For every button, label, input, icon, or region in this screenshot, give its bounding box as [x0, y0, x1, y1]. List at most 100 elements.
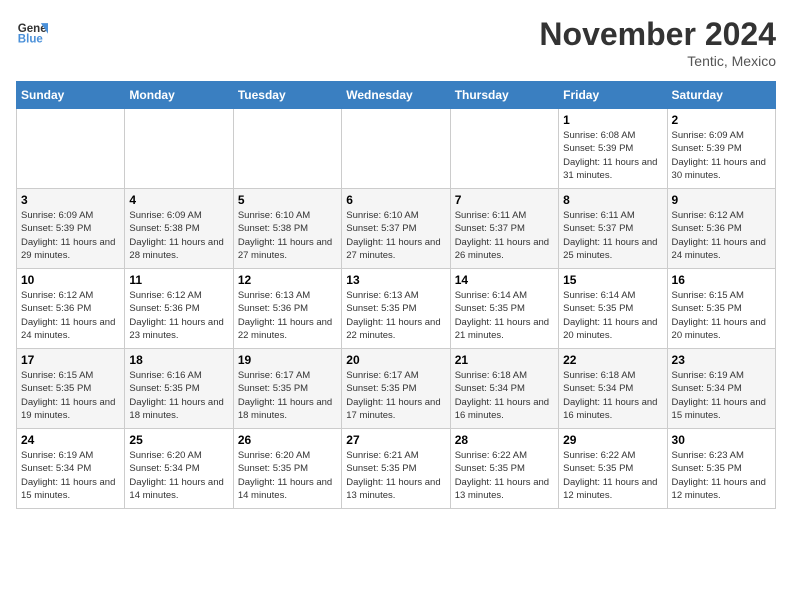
day-detail: Sunrise: 6:14 AM Sunset: 5:35 PM Dayligh… [455, 289, 554, 342]
calendar-cell: 5Sunrise: 6:10 AM Sunset: 5:38 PM Daylig… [233, 189, 341, 269]
calendar-cell: 8 Sunrise: 6:11 AM Sunset: 5:37 PM Daylig… [559, 189, 667, 269]
day-detail: Sunrise: 6:20 AM Sunset: 5:34 PM Dayligh… [129, 449, 228, 502]
calendar-cell: 13 Sunrise: 6:13 AM Sunset: 5:35 PM Dayli… [342, 269, 450, 349]
day-number: 22 [563, 353, 662, 367]
day-detail: Sunrise: 6:11 AM Sunset: 5:37 PM Dayligh… [563, 209, 662, 262]
day-number: 25 [129, 433, 228, 447]
calendar-cell: 28 Sunrise: 6:22 AM Sunset: 5:35 PM Dayli… [450, 429, 558, 509]
calendar-cell: 17Sunrise: 6:15 AM Sunset: 5:35 PM Dayli… [17, 349, 125, 429]
calendar-table: SundayMondayTuesdayWednesdayThursdayFrid… [16, 81, 776, 509]
day-number: 15 [563, 273, 662, 287]
day-number: 13 [346, 273, 445, 287]
column-header-friday: Friday [559, 82, 667, 109]
calendar-cell: 16 Sunrise: 6:15 AM Sunset: 5:35 PM Dayli… [667, 269, 775, 349]
day-number: 16 [672, 273, 771, 287]
day-number: 6 [346, 193, 445, 207]
day-detail: Sunrise: 6:10 AM Sunset: 5:37 PM Dayligh… [346, 209, 445, 262]
day-number: 24 [21, 433, 120, 447]
day-detail: Sunrise: 6:13 AM Sunset: 5:35 PM Dayligh… [346, 289, 445, 342]
day-detail: Sunrise: 6:16 AM Sunset: 5:35 PM Dayligh… [129, 369, 228, 422]
day-detail: Sunrise: 6:09 AM Sunset: 5:39 PM Dayligh… [21, 209, 120, 262]
day-number: 28 [455, 433, 554, 447]
day-number: 19 [238, 353, 337, 367]
calendar-cell: 7 Sunrise: 6:11 AM Sunset: 5:37 PM Daylig… [450, 189, 558, 269]
calendar-cell: 21 Sunrise: 6:18 AM Sunset: 5:34 PM Dayli… [450, 349, 558, 429]
svg-text:Blue: Blue [18, 34, 44, 46]
column-header-thursday: Thursday [450, 82, 558, 109]
day-detail: Sunrise: 6:11 AM Sunset: 5:37 PM Dayligh… [455, 209, 554, 262]
day-detail: Sunrise: 6:18 AM Sunset: 5:34 PM Dayligh… [455, 369, 554, 422]
calendar-cell [17, 109, 125, 189]
title-block: November 2024 Tentic, Mexico [539, 16, 776, 69]
column-header-tuesday: Tuesday [233, 82, 341, 109]
day-number: 7 [455, 193, 554, 207]
day-number: 30 [672, 433, 771, 447]
day-detail: Sunrise: 6:18 AM Sunset: 5:34 PM Dayligh… [563, 369, 662, 422]
day-number: 9 [672, 193, 771, 207]
day-number: 3 [21, 193, 120, 207]
day-number: 23 [672, 353, 771, 367]
day-detail: Sunrise: 6:15 AM Sunset: 5:35 PM Dayligh… [672, 289, 771, 342]
day-number: 14 [455, 273, 554, 287]
calendar-cell: 18 Sunrise: 6:16 AM Sunset: 5:35 PM Dayli… [125, 349, 233, 429]
day-detail: Sunrise: 6:12 AM Sunset: 5:36 PM Dayligh… [21, 289, 120, 342]
day-detail: Sunrise: 6:21 AM Sunset: 5:35 PM Dayligh… [346, 449, 445, 502]
day-detail: Sunrise: 6:12 AM Sunset: 5:36 PM Dayligh… [672, 209, 771, 262]
day-detail: Sunrise: 6:13 AM Sunset: 5:36 PM Dayligh… [238, 289, 337, 342]
calendar-cell: 26Sunrise: 6:20 AM Sunset: 5:35 PM Dayli… [233, 429, 341, 509]
day-number: 11 [129, 273, 228, 287]
calendar-week-3: 10 Sunrise: 6:12 AM Sunset: 5:36 PM Dayli… [17, 269, 776, 349]
calendar-cell: 27Sunrise: 6:21 AM Sunset: 5:35 PM Dayli… [342, 429, 450, 509]
day-number: 1 [563, 113, 662, 127]
day-number: 12 [238, 273, 337, 287]
calendar-cell: 30Sunrise: 6:23 AM Sunset: 5:35 PM Dayli… [667, 429, 775, 509]
day-number: 29 [563, 433, 662, 447]
day-number: 8 [563, 193, 662, 207]
day-detail: Sunrise: 6:22 AM Sunset: 5:35 PM Dayligh… [563, 449, 662, 502]
day-number: 21 [455, 353, 554, 367]
day-number: 4 [129, 193, 228, 207]
day-detail: Sunrise: 6:19 AM Sunset: 5:34 PM Dayligh… [21, 449, 120, 502]
calendar-cell: 12 Sunrise: 6:13 AM Sunset: 5:36 PM Dayli… [233, 269, 341, 349]
calendar-week-5: 24 Sunrise: 6:19 AM Sunset: 5:34 PM Dayli… [17, 429, 776, 509]
location: Tentic, Mexico [539, 53, 776, 69]
column-header-monday: Monday [125, 82, 233, 109]
calendar-header-row: SundayMondayTuesdayWednesdayThursdayFrid… [17, 82, 776, 109]
calendar-cell: 22 Sunrise: 6:18 AM Sunset: 5:34 PM Dayli… [559, 349, 667, 429]
logo: General Blue [16, 16, 48, 48]
calendar-cell: 19 Sunrise: 6:17 AM Sunset: 5:35 PM Dayli… [233, 349, 341, 429]
day-detail: Sunrise: 6:19 AM Sunset: 5:34 PM Dayligh… [672, 369, 771, 422]
calendar-week-1: 1 Sunrise: 6:08 AM Sunset: 5:39 PM Daylig… [17, 109, 776, 189]
calendar-cell: 15Sunrise: 6:14 AM Sunset: 5:35 PM Dayli… [559, 269, 667, 349]
calendar-cell: 14 Sunrise: 6:14 AM Sunset: 5:35 PM Dayli… [450, 269, 558, 349]
calendar-cell [450, 109, 558, 189]
day-detail: Sunrise: 6:22 AM Sunset: 5:35 PM Dayligh… [455, 449, 554, 502]
calendar-cell: 1 Sunrise: 6:08 AM Sunset: 5:39 PM Daylig… [559, 109, 667, 189]
calendar-cell: 6 Sunrise: 6:10 AM Sunset: 5:37 PM Daylig… [342, 189, 450, 269]
calendar-cell: 2 Sunrise: 6:09 AM Sunset: 5:39 PM Daylig… [667, 109, 775, 189]
day-detail: Sunrise: 6:17 AM Sunset: 5:35 PM Dayligh… [238, 369, 337, 422]
calendar-cell: 3 Sunrise: 6:09 AM Sunset: 5:39 PM Daylig… [17, 189, 125, 269]
calendar-cell: 24 Sunrise: 6:19 AM Sunset: 5:34 PM Dayli… [17, 429, 125, 509]
calendar-cell: 23 Sunrise: 6:19 AM Sunset: 5:34 PM Dayli… [667, 349, 775, 429]
calendar-cell: 4Sunrise: 6:09 AM Sunset: 5:38 PM Daylig… [125, 189, 233, 269]
day-detail: Sunrise: 6:08 AM Sunset: 5:39 PM Dayligh… [563, 129, 662, 182]
day-detail: Sunrise: 6:09 AM Sunset: 5:39 PM Dayligh… [672, 129, 771, 182]
calendar-cell [233, 109, 341, 189]
column-header-wednesday: Wednesday [342, 82, 450, 109]
day-number: 2 [672, 113, 771, 127]
calendar-week-2: 3 Sunrise: 6:09 AM Sunset: 5:39 PM Daylig… [17, 189, 776, 269]
day-detail: Sunrise: 6:12 AM Sunset: 5:36 PM Dayligh… [129, 289, 228, 342]
day-number: 10 [21, 273, 120, 287]
calendar-cell: 20Sunrise: 6:17 AM Sunset: 5:35 PM Dayli… [342, 349, 450, 429]
calendar-cell [342, 109, 450, 189]
day-number: 18 [129, 353, 228, 367]
day-detail: Sunrise: 6:15 AM Sunset: 5:35 PM Dayligh… [21, 369, 120, 422]
calendar-week-4: 17Sunrise: 6:15 AM Sunset: 5:35 PM Dayli… [17, 349, 776, 429]
day-number: 5 [238, 193, 337, 207]
column-header-saturday: Saturday [667, 82, 775, 109]
column-header-sunday: Sunday [17, 82, 125, 109]
day-number: 20 [346, 353, 445, 367]
calendar-cell: 25 Sunrise: 6:20 AM Sunset: 5:34 PM Dayli… [125, 429, 233, 509]
calendar-cell: 10 Sunrise: 6:12 AM Sunset: 5:36 PM Dayli… [17, 269, 125, 349]
